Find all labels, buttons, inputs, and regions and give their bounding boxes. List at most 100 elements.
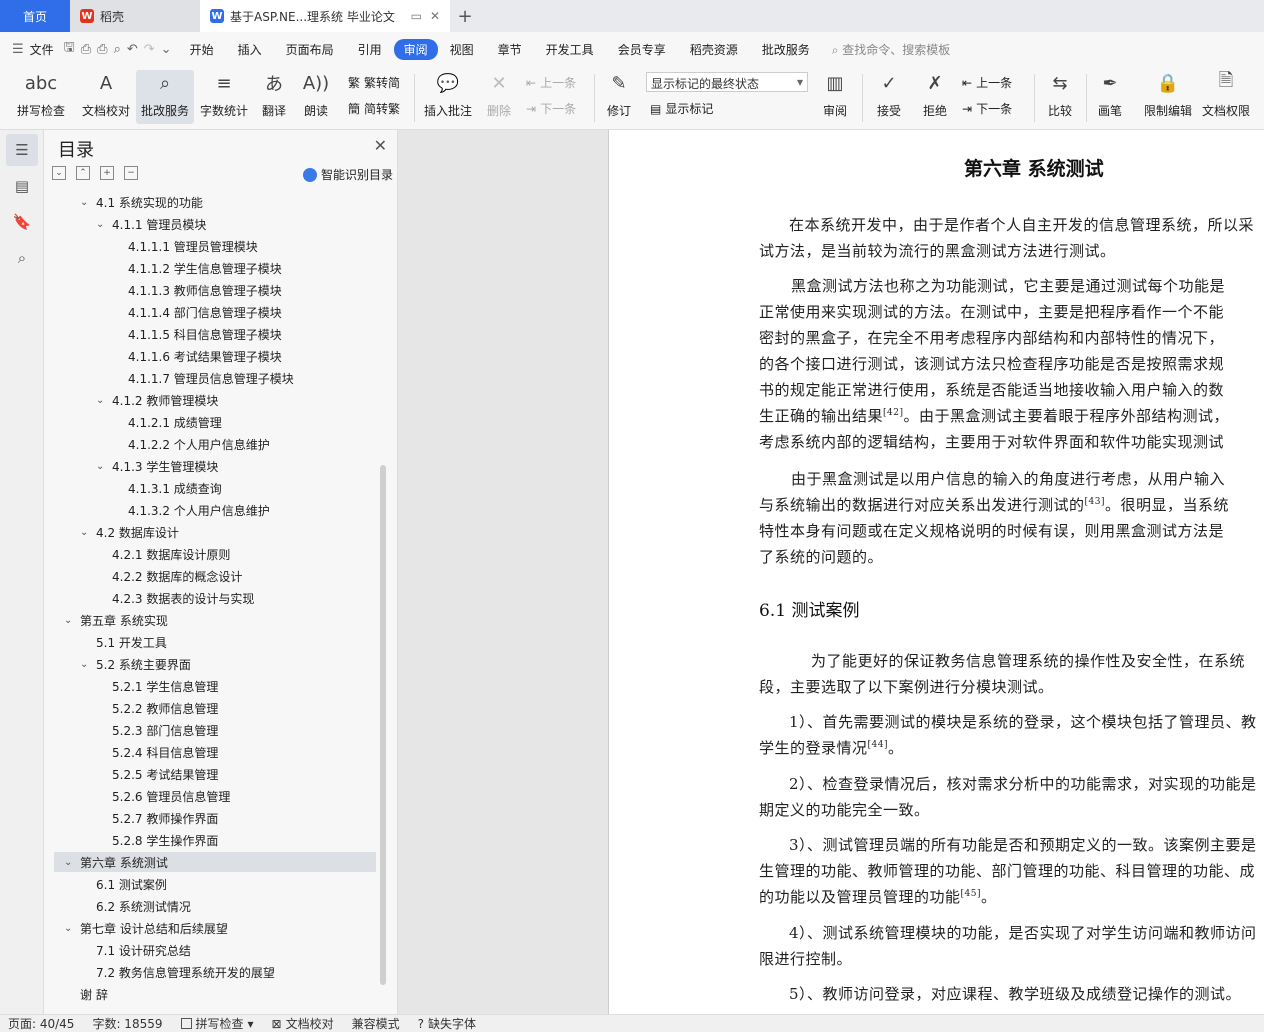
menu-review-service[interactable]: 批改服务	[750, 41, 822, 58]
next-change-button[interactable]: ⇥ 下一条	[962, 100, 1012, 117]
spellcheck-button[interactable]: abc 拼写检查	[10, 70, 72, 124]
toc-item[interactable]: 5.2.6 管理员信息管理	[54, 786, 376, 806]
menu-member[interactable]: 会员专享	[606, 41, 678, 58]
trad-to-simp-button[interactable]: 繁繁转简	[348, 74, 400, 91]
toc-item[interactable]: ⌄ 4.1.3 学生管理模块	[54, 456, 376, 476]
restrict-edit-button[interactable]: 🔒 限制编辑	[1140, 70, 1196, 124]
smart-toc-button[interactable]: 智能识别目录	[302, 166, 393, 183]
chevron-down-icon[interactable]: ⌄	[80, 197, 92, 208]
toc-item[interactable]: 4.2.2 数据库的概念设计	[54, 566, 376, 586]
chevron-down-icon[interactable]: ⌄	[96, 395, 108, 406]
toc-item[interactable]: 4.1.1.3 教师信息管理子模块	[54, 280, 376, 300]
review-pane-button[interactable]: ▥ 审阅	[816, 70, 854, 124]
close-icon[interactable]: ✕	[430, 9, 440, 23]
document-page[interactable]: 第六章 系统测试 在本系统开发中，由于是作者个人自主开发的信息管理系统，所以采 …	[608, 130, 1264, 1014]
chevron-down-icon[interactable]: ⌄	[64, 857, 76, 868]
toc-panel-icon[interactable]: ☰	[6, 134, 38, 166]
toc-item[interactable]: ⌄ 4.1.1 管理员模块	[54, 214, 376, 234]
delete-comment-button[interactable]: ✕ 删除	[480, 70, 518, 124]
menu-daoke-resources[interactable]: 稻壳资源	[678, 41, 750, 58]
menu-review[interactable]: 审阅	[393, 38, 438, 60]
toc-item[interactable]: ⌄ 4.1 系统实现的功能	[54, 192, 376, 212]
chevron-down-icon[interactable]: ⌄	[96, 461, 108, 472]
toc-item[interactable]: 4.1.2.1 成绩管理	[54, 412, 376, 432]
preview-icon[interactable]: ⌕	[114, 42, 121, 57]
toc-item[interactable]: 5.2.2 教师信息管理	[54, 698, 376, 718]
compare-button[interactable]: ⇆ 比较	[1040, 70, 1080, 124]
expand-icon[interactable]: +	[100, 166, 114, 180]
toc-item[interactable]: 5.2.3 部门信息管理	[54, 720, 376, 740]
file-menu[interactable]: 文件	[30, 41, 54, 58]
menu-references[interactable]: 引用	[346, 41, 394, 58]
toc-item[interactable]: 5.2.8 学生操作界面	[54, 830, 376, 850]
toc-item[interactable]: ⌄ 4.1.2 教师管理模块	[54, 390, 376, 410]
toc-item[interactable]: 4.1.1.2 学生信息管理子模块	[54, 258, 376, 278]
toc-item[interactable]: 4.2.1 数据库设计原则	[54, 544, 376, 564]
undo-icon[interactable]: ↶	[127, 42, 138, 57]
chevron-down-icon[interactable]: ⌄	[64, 615, 76, 626]
toc-item[interactable]: 6.2 系统测试情况	[54, 896, 376, 916]
doc-check-button[interactable]: A 文档校对	[78, 70, 134, 124]
status-doccheck[interactable]: ⊠ 文档校对	[272, 1015, 334, 1032]
toc-item[interactable]: 5.1 开发工具	[54, 632, 376, 652]
toc-item[interactable]: 4.1.3.1 成绩查询	[54, 478, 376, 498]
toc-item[interactable]: 5.2.1 学生信息管理	[54, 676, 376, 696]
insert-comment-button[interactable]: 💬 插入批注	[422, 70, 474, 124]
toc-item[interactable]: ⌄ 第五章 系统实现	[54, 610, 376, 630]
tab-daoke[interactable]: W 稻壳	[70, 0, 200, 32]
toc-item[interactable]: 4.1.1.4 部门信息管理子模块	[54, 302, 376, 322]
prev-change-button[interactable]: ⇤ 上一条	[962, 74, 1012, 91]
toc-item[interactable]: ⌄ 4.2 数据库设计	[54, 522, 376, 542]
review-service-button[interactable]: ⌕ 批改服务	[136, 70, 194, 124]
menu-layout[interactable]: 页面布局	[274, 41, 346, 58]
toc-item[interactable]: 4.1.1.7 管理员信息管理子模块	[54, 368, 376, 388]
toc-item[interactable]: 7.1 设计研究总结	[54, 940, 376, 960]
menu-start[interactable]: 开始	[178, 41, 226, 58]
status-spellcheck[interactable]: 拼写检查 ▾	[180, 1015, 254, 1032]
toc-item[interactable]: ⌄ 5.2 系统主要界面	[54, 654, 376, 674]
toc-scrollbar[interactable]	[380, 465, 386, 985]
tab-home[interactable]: 首页	[0, 0, 70, 32]
hamburger-icon[interactable]: ☰	[12, 42, 24, 57]
collapse-icon[interactable]: ⌃	[76, 166, 90, 180]
toc-item[interactable]: 5.2.4 科目信息管理	[54, 742, 376, 762]
toc-item[interactable]: 5.2.5 考试结果管理	[54, 764, 376, 784]
toc-item[interactable]: 4.1.2.2 个人用户信息维护	[54, 434, 376, 454]
export-icon[interactable]: ⎙	[81, 42, 91, 57]
pen-button[interactable]: ✒ 画笔	[1092, 70, 1128, 124]
simp-to-trad-button[interactable]: 簡简转繁	[348, 100, 400, 117]
word-count-button[interactable]: ≡ 字数统计	[198, 70, 250, 124]
accept-button[interactable]: ✓ 接受	[870, 70, 908, 124]
reject-button[interactable]: ✗ 拒绝	[916, 70, 954, 124]
bookmark-icon[interactable]: 🔖	[6, 206, 38, 238]
chevron-down-icon[interactable]: ⌄	[64, 923, 76, 934]
window-icon[interactable]: ▭	[411, 9, 422, 23]
show-markup-button[interactable]: ▤ 显示标记	[650, 100, 713, 117]
close-icon[interactable]: ✕	[374, 136, 387, 155]
toc-item[interactable]: 4.1.1.1 管理员管理模块	[54, 236, 376, 256]
toc-item[interactable]: 7.2 教务信息管理系统开发的展望	[54, 962, 376, 982]
menu-devtools[interactable]: 开发工具	[534, 41, 606, 58]
menu-view[interactable]: 视图	[438, 41, 486, 58]
read-aloud-button[interactable]: A)) 朗读	[298, 70, 334, 124]
chapter-nav-icon[interactable]: ▤	[6, 170, 38, 202]
markup-state-select[interactable]: 显示标记的最终状态 ▾	[646, 72, 808, 92]
menu-insert[interactable]: 插入	[226, 41, 274, 58]
chevron-down-icon[interactable]: ⌄	[80, 527, 92, 538]
toc-item[interactable]: 4.1.3.2 个人用户信息维护	[54, 500, 376, 520]
doc-permission-button[interactable]: 🗎 文档权限	[1200, 70, 1252, 124]
page-indicator[interactable]: 页面: 40/45	[8, 1015, 74, 1032]
command-search[interactable]: ⌕ 查找命令、搜索模板	[832, 41, 951, 58]
more-icon[interactable]: ⌄	[161, 42, 172, 57]
search-icon[interactable]: ⌕	[6, 242, 38, 274]
print-icon[interactable]: ⎙	[97, 42, 107, 57]
redo-icon[interactable]: ↷	[144, 42, 155, 57]
toc-item[interactable]: ⌄ 第六章 系统测试	[54, 852, 376, 872]
toc-item[interactable]: 谢 辞	[54, 984, 376, 1004]
missing-font-button[interactable]: ? 缺失字体	[418, 1015, 476, 1032]
tab-document[interactable]: W 基于ASP.NE...理系统 毕业论文 ▭ ✕	[200, 0, 450, 32]
next-comment-button[interactable]: ⇥ 下一条	[526, 100, 576, 117]
chevron-down-icon[interactable]: ⌄	[96, 219, 108, 230]
toc-item[interactable]: 5.2.7 教师操作界面	[54, 808, 376, 828]
toc-item[interactable]: ⌄ 第七章 设计总结和后续展望	[54, 918, 376, 938]
